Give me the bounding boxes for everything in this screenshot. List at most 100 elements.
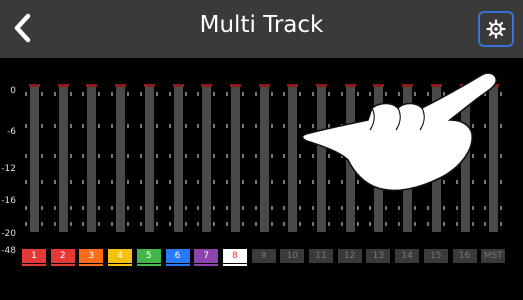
channel-meter [144, 84, 154, 232]
channel-meter [288, 84, 298, 232]
meter-tick [398, 222, 401, 226]
meter-tick [414, 206, 417, 210]
meter-tick [225, 222, 228, 226]
meter-tick [82, 180, 85, 184]
meter-tick [127, 154, 130, 158]
channel-label[interactable]: 9 [251, 249, 276, 263]
channel-label[interactable]: 11 [309, 249, 333, 263]
meter-tick [98, 222, 101, 226]
channel-label[interactable]: 1 [22, 249, 46, 263]
meter-tick [69, 206, 72, 210]
meter-tick [41, 154, 43, 158]
meter-tick [197, 154, 200, 158]
channel-meter [202, 84, 212, 232]
meter-tick [111, 154, 114, 158]
peak-indicator [229, 84, 241, 87]
meter-tick [53, 206, 56, 210]
channel-label[interactable]: 14 [395, 249, 420, 263]
meter-tick [25, 222, 27, 226]
meter-tick [455, 222, 458, 226]
meter-tick [155, 92, 158, 96]
meter-tick [111, 92, 114, 96]
meter-tick [426, 206, 429, 210]
meter-tick [356, 206, 359, 210]
channel-meter [30, 84, 39, 232]
meter-tick [82, 124, 85, 128]
meter-tick [369, 222, 372, 226]
peak-indicator [172, 84, 184, 87]
peak-indicator [29, 84, 40, 87]
meter-tick [168, 92, 171, 96]
meter-tick [197, 222, 200, 226]
meter-tick [139, 206, 142, 210]
meter-tick [471, 206, 474, 210]
channel-label[interactable]: 7 [194, 249, 219, 263]
channel-label[interactable]: 2 [50, 249, 75, 263]
meter-tick [184, 206, 187, 210]
channel-meter [230, 84, 240, 232]
meter-tick [98, 92, 101, 96]
meter-tick [225, 154, 228, 158]
meter-tick [111, 124, 114, 128]
meter-tick [98, 180, 101, 184]
pointing-hand-icon [301, 72, 498, 192]
scale-label: -48 [1, 246, 16, 256]
meter-tick [471, 222, 474, 226]
channel-label[interactable]: 16 [452, 249, 477, 263]
meter-tick [500, 206, 503, 210]
meter-tick [283, 180, 286, 184]
meter-tick [155, 222, 158, 226]
channel-color-bar [50, 264, 75, 266]
meter-tick [168, 154, 171, 158]
meter-tick [41, 92, 43, 96]
meter-tick [69, 154, 72, 158]
scale-label: -16 [1, 196, 16, 206]
meter-tick [98, 206, 101, 210]
meter-tick [25, 92, 27, 96]
meter-tick [241, 180, 244, 184]
meter-tick [25, 154, 27, 158]
meter-tick [139, 124, 142, 128]
meter-tick [213, 206, 216, 210]
meter-tick [213, 180, 216, 184]
meter-tick [69, 180, 72, 184]
channel-meter [173, 84, 183, 232]
channel-color-bar [136, 264, 161, 266]
meter-tick [283, 92, 286, 96]
meter-tick [254, 92, 257, 96]
settings-button[interactable] [478, 11, 514, 47]
channel-label[interactable]: 5 [136, 249, 161, 263]
meter-tick [484, 206, 487, 210]
channel-label[interactable]: 10 [280, 249, 305, 263]
meter-tick [184, 92, 187, 96]
meter-tick [197, 124, 200, 128]
channel-label[interactable]: 6 [165, 249, 190, 263]
channel-label[interactable]: 15 [423, 249, 448, 263]
meter-tick [340, 206, 343, 210]
channel-label[interactable]: 12 [337, 249, 362, 263]
meter-tick [484, 222, 487, 226]
meter-tick [168, 124, 171, 128]
channel-label[interactable]: 8 [222, 249, 247, 263]
scale-label: -12 [1, 164, 16, 174]
channel-color-bar [165, 264, 190, 266]
peak-indicator [115, 84, 127, 87]
meter-tick [41, 222, 43, 226]
meter-tick [270, 222, 273, 226]
meter-tick [98, 124, 101, 128]
channel-label[interactable]: 3 [79, 249, 104, 263]
meter-tick [168, 206, 171, 210]
meter-tick [312, 222, 314, 226]
meter-tick [328, 206, 330, 210]
channel-label[interactable]: MST [481, 249, 506, 263]
meter-tick [356, 222, 359, 226]
meter-tick [270, 154, 273, 158]
meter-tick [213, 222, 216, 226]
meter-tick [155, 124, 158, 128]
channel-label[interactable]: 13 [366, 249, 391, 263]
meter-tick [155, 180, 158, 184]
meter-tick [111, 206, 114, 210]
channel-label[interactable]: 4 [108, 249, 133, 263]
meter-tick [270, 92, 273, 96]
page-title: Multi Track [199, 12, 324, 38]
